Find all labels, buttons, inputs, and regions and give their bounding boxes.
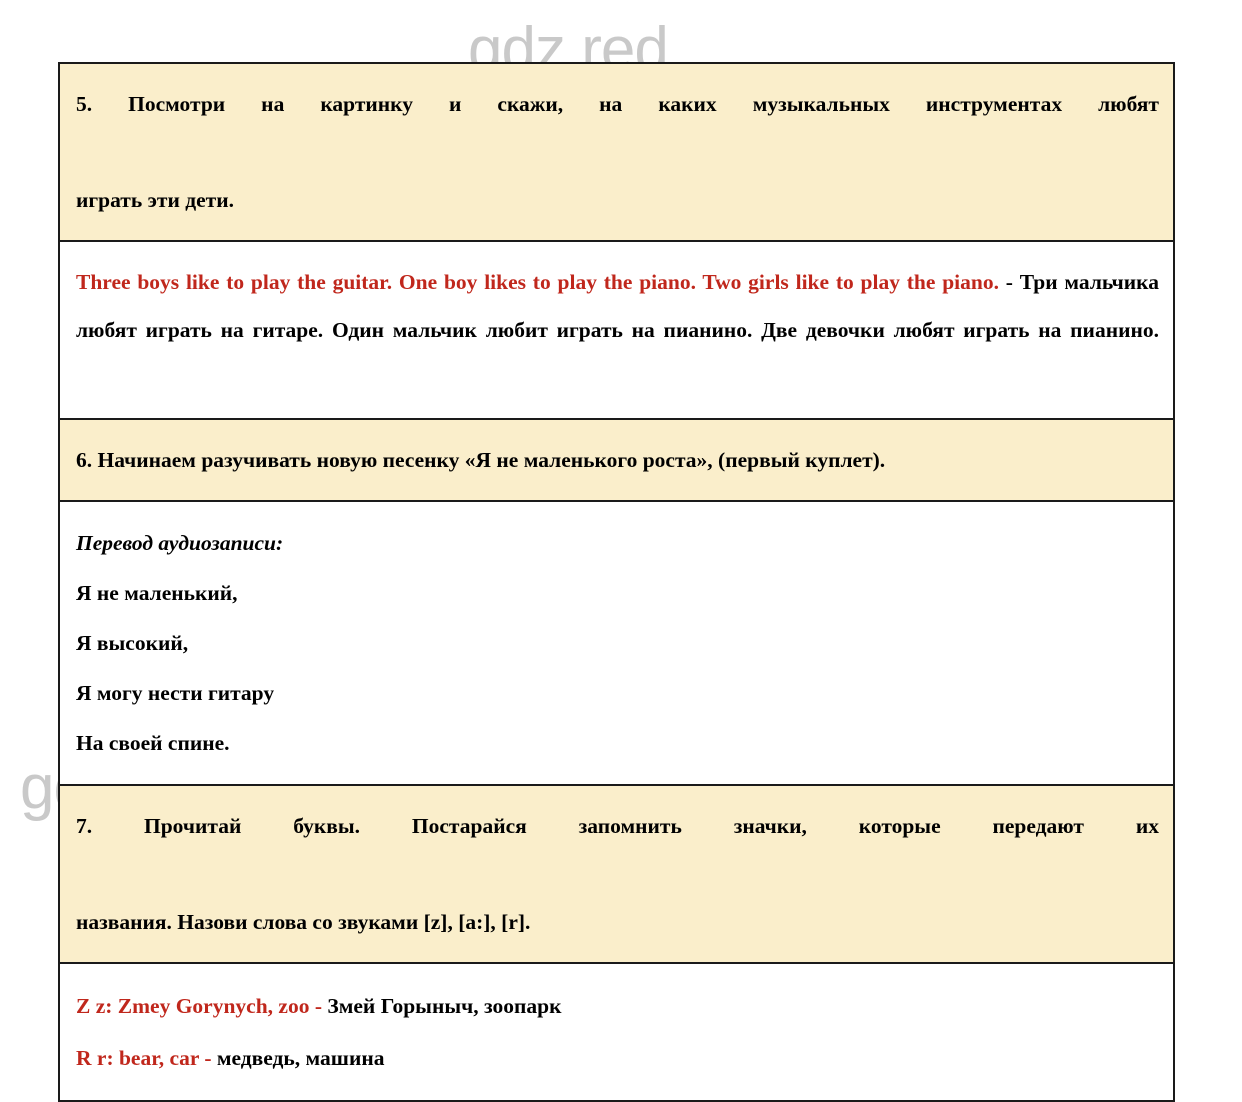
- answer-5-separator: -: [999, 270, 1020, 294]
- letter-entry-z-russian: Змей Горыныч, зоопарк: [327, 994, 562, 1018]
- letter-entry-r-russian: медведь, машина: [216, 1046, 385, 1070]
- task-cell-7: 7. Прочитай буквы. Постарайся запомнить …: [58, 784, 1175, 964]
- table-row-answer-6: Перевод аудиозаписи: Я не маленький, Я в…: [58, 500, 1175, 786]
- letter-entry-r-english: R r: bear, car -: [76, 1046, 212, 1070]
- task-cell-5: 5. Посмотри на картинку и скажи, на каки…: [58, 62, 1175, 242]
- table-row-task-5: 5. Посмотри на картинку и скажи, на каки…: [58, 62, 1175, 242]
- song-line-3: Я могу нести гитару: [76, 681, 275, 705]
- song-line-1: Я не маленький,: [76, 581, 238, 605]
- task-5-line-1: 5. Посмотри на картинку и скажи, на каки…: [76, 92, 1159, 116]
- table-row-task-7: 7. Прочитай буквы. Постарайся запомнить …: [58, 784, 1175, 964]
- answer-cell-7: Z z: Zmey Gorynych, zoo - Змей Горыныч, …: [58, 962, 1175, 1102]
- letter-entry-z-english: Z z: Zmey Gorynych, zoo -: [76, 994, 323, 1018]
- answer-5-english: Three boys like to play the guitar. One …: [76, 270, 999, 294]
- exercise-table: 5. Посмотри на картинку и скажи, на каки…: [58, 62, 1175, 1102]
- table-row-answer-5: Three boys like to play the guitar. One …: [58, 240, 1175, 420]
- letter-entry-r: R r: bear, car - медведь, машина: [76, 1032, 1159, 1084]
- song-line-4: На своей спине.: [76, 731, 230, 755]
- answer-5-paragraph: Three boys like to play the guitar. One …: [76, 258, 1159, 402]
- translation-heading: Перевод аудиозаписи:: [76, 531, 284, 555]
- letter-entry-z: Z z: Zmey Gorynych, zoo - Змей Горыныч, …: [76, 980, 1159, 1032]
- task-cell-6: 6. Начинаем разучивать новую песенку «Я …: [58, 418, 1175, 502]
- song-line-2: Я высокий,: [76, 631, 189, 655]
- task-5-line-2: играть эти дети.: [76, 188, 234, 212]
- task-6-line-1: 6. Начинаем разучивать новую песенку «Я …: [76, 448, 886, 472]
- table-row-answer-7: Z z: Zmey Gorynych, zoo - Змей Горыныч, …: [58, 962, 1175, 1102]
- answer-cell-6: Перевод аудиозаписи: Я не маленький, Я в…: [58, 500, 1175, 786]
- task-7-line-2: названия. Назови слова со звуками [z], […: [76, 910, 531, 934]
- task-7-line-1: 7. Прочитай буквы. Постарайся запомнить …: [76, 814, 1159, 838]
- answer-cell-5: Three boys like to play the guitar. One …: [58, 240, 1175, 420]
- table-row-task-6: 6. Начинаем разучивать новую песенку «Я …: [58, 418, 1175, 502]
